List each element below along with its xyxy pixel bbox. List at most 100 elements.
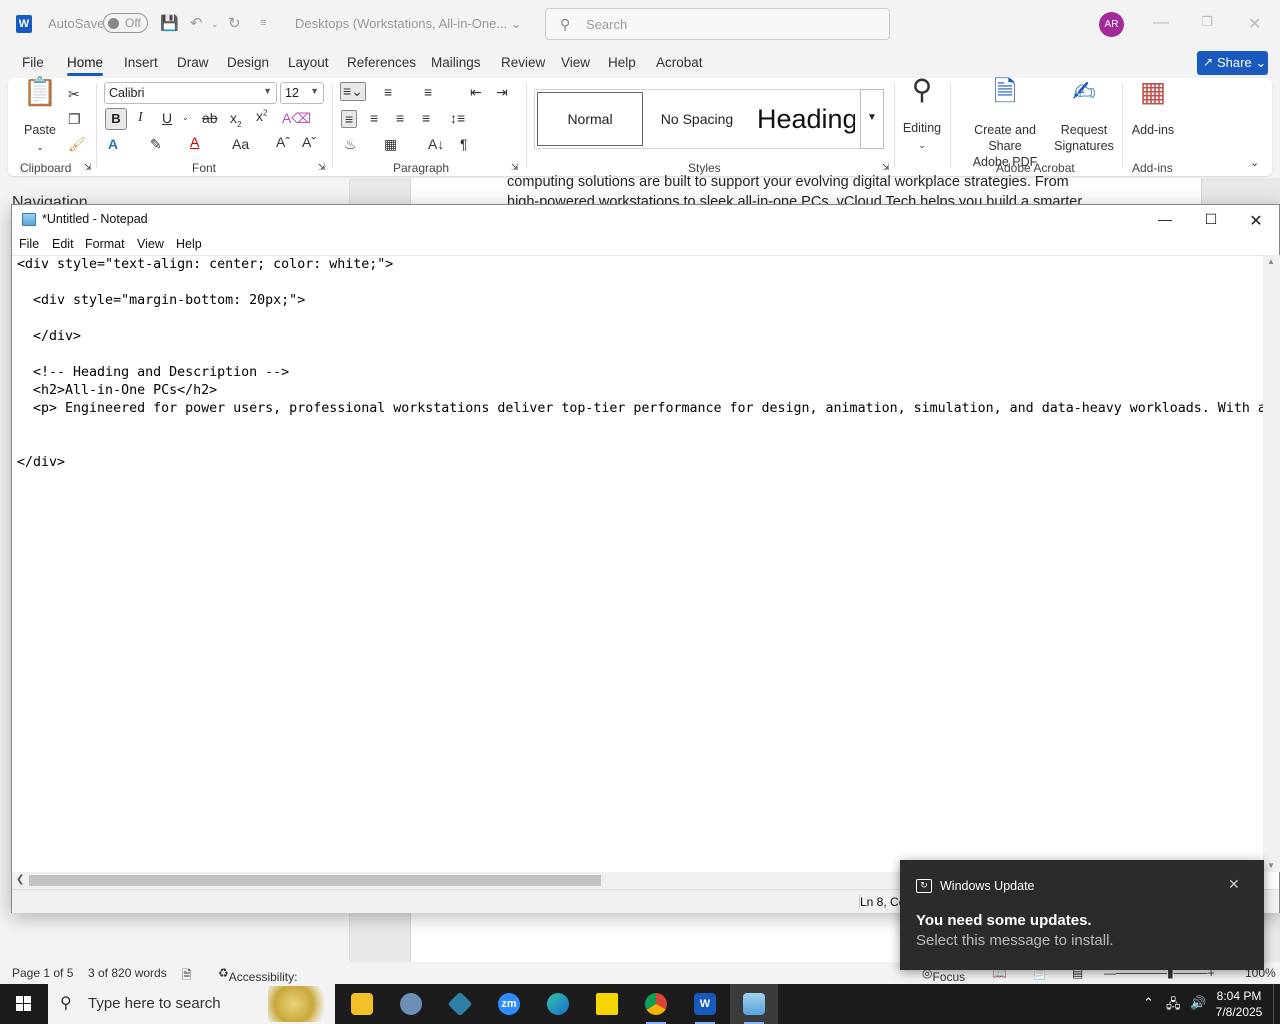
tab-layout[interactable]: Layout [288, 55, 329, 70]
menu-format[interactable]: Format [85, 237, 125, 251]
scroll-left-icon[interactable]: ❮ [16, 874, 24, 885]
font-launcher-icon[interactable]: ⇲ [318, 162, 326, 173]
document-title[interactable]: Desktops (Workstations, All-in-One... ⌄ [295, 16, 522, 32]
scroll-up-icon[interactable]: ▲ [1267, 257, 1275, 266]
customize-qat-icon[interactable]: ≡ [260, 17, 266, 29]
menu-view[interactable]: View [137, 237, 164, 251]
network-icon[interactable]: 🖧 [1166, 995, 1181, 1017]
bullets-icon[interactable]: ≡⌄ [340, 82, 366, 101]
tab-acrobat[interactable]: Acrobat [656, 55, 703, 70]
underline-button[interactable]: U [162, 110, 172, 126]
windows-update-toast[interactable]: ↻ Windows Update ✕ You need some updates… [900, 860, 1264, 970]
undo-icon[interactable]: ↶ [190, 14, 203, 32]
multilevel-list-icon[interactable]: ≡ [424, 84, 432, 100]
word-search-box[interactable]: ⚲ Search [545, 8, 890, 40]
autosave-toggle[interactable]: Off [103, 13, 148, 33]
tab-file[interactable]: File [22, 55, 44, 70]
increase-indent-icon[interactable]: ⇥ [496, 84, 508, 101]
chrome-browser-icon[interactable] [632, 984, 680, 1024]
clear-formatting-icon[interactable]: A⌫ [282, 110, 311, 127]
italic-button[interactable]: I [138, 110, 143, 126]
sort-icon[interactable]: A↓ [428, 136, 444, 152]
align-left-icon[interactable]: ≡ [341, 110, 358, 128]
notepad-text-area[interactable]: <div style="text-align: center; color: w… [12, 255, 1263, 872]
bold-button[interactable]: B [105, 108, 127, 130]
format-painter-icon[interactable]: 🖌 [68, 136, 86, 153]
text-effects-icon[interactable]: A [108, 136, 118, 152]
scroll-down-icon[interactable]: ▼ [1267, 861, 1275, 870]
horizontal-scroll-thumb[interactable] [29, 875, 601, 886]
tab-design[interactable]: Design [227, 55, 269, 70]
show-desktop-button[interactable] [1273, 984, 1280, 1024]
align-right-icon[interactable]: ≡ [396, 110, 404, 126]
taskbar-search-box[interactable]: ⚲ Type here to search [48, 984, 335, 1024]
align-center-icon[interactable]: ≡ [370, 110, 378, 126]
maximize-icon[interactable]: ☐ [1188, 208, 1234, 232]
style-no-spacing[interactable]: No Spacing [645, 90, 749, 148]
styles-launcher-icon[interactable]: ⇲ [882, 162, 890, 173]
paint-app-icon[interactable] [387, 984, 435, 1024]
highlight-icon[interactable]: ✎ [150, 136, 162, 153]
redo-icon[interactable]: ↻ [228, 14, 241, 32]
styles-more-button[interactable]: ▼ [860, 89, 884, 149]
undo-dropdown-icon[interactable]: ⌄ [211, 19, 219, 30]
menu-help[interactable]: Help [176, 237, 202, 251]
zoom-app-icon[interactable]: zm [485, 984, 533, 1024]
file-explorer-icon[interactable] [338, 984, 386, 1024]
cut-icon[interactable]: ✂ [68, 86, 80, 103]
clipboard-launcher-icon[interactable]: ⇲ [84, 162, 92, 173]
share-button[interactable]: ↗ Share ⌄ [1197, 51, 1268, 75]
menu-file[interactable]: File [19, 237, 39, 251]
word-restore-icon[interactable]: ❐ [1201, 14, 1213, 30]
taskbar-clock[interactable]: 8:04 PM 7/8/2025 [1210, 988, 1268, 1020]
show-hidden-icons-icon[interactable]: ⌃ [1143, 995, 1154, 1011]
tab-insert[interactable]: Insert [124, 55, 158, 70]
word-close-icon[interactable]: ✕ [1248, 14, 1261, 34]
strikethrough-button[interactable]: ab [202, 110, 218, 126]
close-icon[interactable]: ✕ [1233, 208, 1279, 232]
tab-references[interactable]: References [347, 55, 416, 70]
grow-font-icon[interactable]: Aˆ [276, 134, 290, 150]
notepad-title-bar[interactable]: *Untitled - Notepad — ☐ ✕ [12, 205, 1279, 234]
menu-edit[interactable]: Edit [52, 237, 74, 251]
editing-button[interactable]: ⚲ Editing ⌄ [900, 76, 944, 153]
create-share-pdf-button[interactable]: 🗎 Create and Share Adobe PDF [956, 78, 1054, 170]
request-signatures-button[interactable]: ✍ Request Signatures [1054, 78, 1114, 154]
page-count[interactable]: Page 1 of 5 [12, 966, 73, 980]
superscript-button[interactable]: x2 [256, 108, 267, 124]
show-formatting-icon[interactable]: ¶ [460, 136, 468, 152]
addins-button[interactable]: ▦ Add-ins [1128, 78, 1178, 138]
tab-review[interactable]: Review [501, 55, 545, 70]
tab-view[interactable]: View [561, 55, 590, 70]
style-heading[interactable]: Heading [751, 90, 855, 148]
decrease-indent-icon[interactable]: ⇤ [470, 84, 482, 101]
toast-close-icon[interactable]: ✕ [1228, 876, 1240, 893]
line-spacing-icon[interactable]: ↕≡ [450, 110, 465, 126]
tab-mailings[interactable]: Mailings [431, 55, 481, 70]
font-size-box[interactable]: 12 ▼ [280, 82, 324, 104]
borders-icon[interactable]: ▦ [384, 136, 397, 153]
font-name-box[interactable]: Calibri ▼ [104, 82, 277, 104]
tab-draw[interactable]: Draw [177, 55, 209, 70]
collapse-ribbon-icon[interactable]: ⌄ [1250, 156, 1259, 169]
vertical-scrollbar[interactable]: ▲ ▼ [1263, 255, 1280, 872]
paste-button[interactable]: 📋 Paste ⌄ [20, 78, 60, 155]
copy-icon[interactable]: ❐ [68, 111, 81, 128]
avatar[interactable]: AR [1099, 12, 1124, 37]
notepad-app-icon[interactable] [730, 984, 778, 1024]
start-button[interactable] [0, 984, 48, 1024]
word-count[interactable]: 3 of 820 words [88, 966, 167, 980]
edge-browser-icon[interactable] [534, 984, 582, 1024]
shading-icon[interactable]: ♨ [344, 136, 357, 153]
minimize-icon[interactable]: — [1142, 208, 1188, 232]
tab-help[interactable]: Help [608, 55, 636, 70]
font-color-icon[interactable]: A [190, 134, 199, 150]
volume-icon[interactable]: 🔊 [1190, 995, 1206, 1011]
style-normal[interactable]: Normal [537, 92, 643, 146]
underline-dropdown-icon[interactable]: ⌄ [182, 113, 189, 122]
word-app-icon[interactable]: W [681, 984, 729, 1024]
subscript-button[interactable]: x2 [230, 110, 241, 129]
numbering-icon[interactable]: ≡ [384, 84, 392, 100]
shrink-font-icon[interactable]: Aˇ [302, 134, 316, 150]
save-icon[interactable]: 💾 [160, 14, 179, 32]
